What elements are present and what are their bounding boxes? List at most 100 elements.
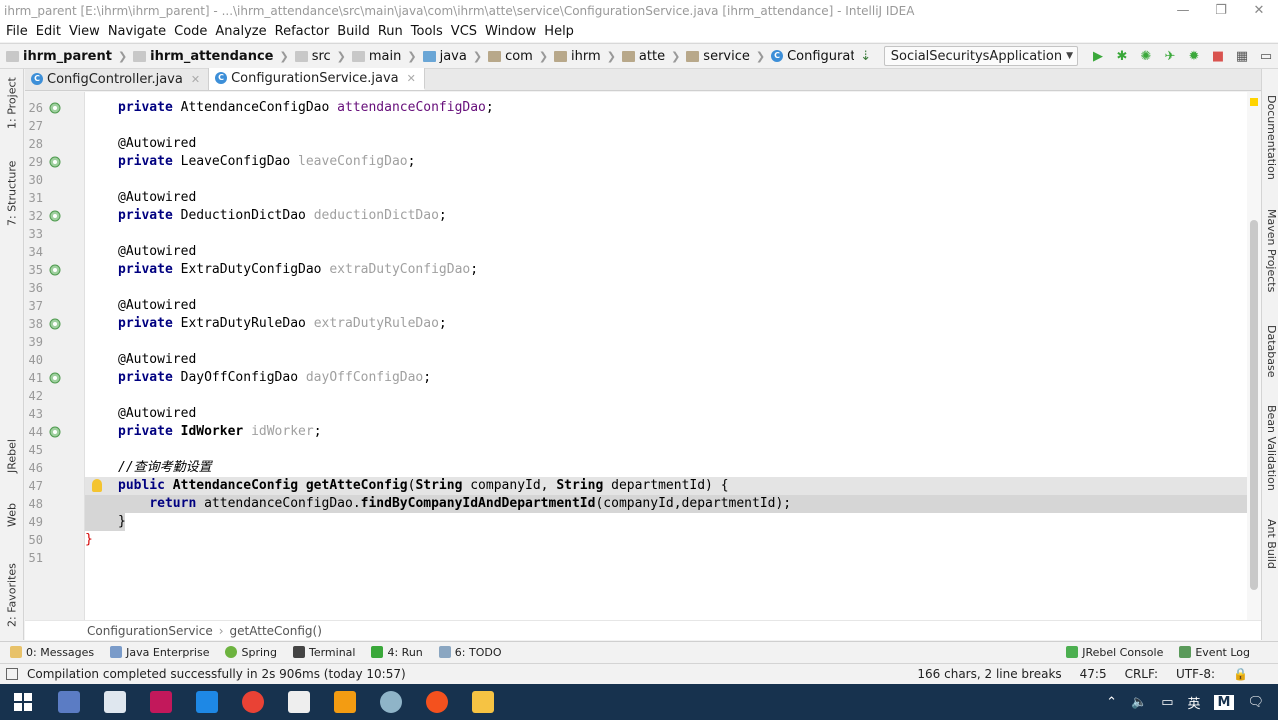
menu-file[interactable]: File	[2, 24, 32, 39]
code-editor[interactable]: 26 private AttendanceConfigDao attendance…	[25, 92, 1261, 620]
jrebel-console-tool-button[interactable]: JRebel Console	[1056, 646, 1169, 659]
bean-validation-panel-tab[interactable]: Bean Validation	[1263, 405, 1278, 491]
crumb-ihrm[interactable]: ihrm ❯	[554, 49, 622, 64]
menu-refactor[interactable]: Refactor	[271, 24, 334, 39]
tab-config-controller[interactable]: C ConfigController.java ✕	[25, 68, 210, 90]
menu-tools[interactable]: Tools	[407, 24, 447, 39]
warning-marker-icon[interactable]	[1250, 98, 1258, 106]
build-arrow-icon[interactable]: ⇣	[855, 46, 877, 66]
taskbar-vscode[interactable]	[184, 684, 230, 720]
autowired-bean-icon[interactable]	[49, 102, 61, 114]
editor-scrollbar[interactable]	[1247, 92, 1261, 620]
crumb-main[interactable]: main ❯	[351, 49, 423, 64]
documentation-panel-tab[interactable]: Documentation	[1263, 95, 1278, 180]
close-button[interactable]: ✕	[1240, 0, 1278, 21]
crumb-java[interactable]: java ❯	[422, 49, 488, 64]
crumb-service[interactable]: service ❯	[686, 49, 771, 64]
chevron-up-icon[interactable]: ⌃	[1099, 695, 1124, 710]
ime-language[interactable]: 英	[1181, 693, 1208, 712]
project-panel-tab[interactable]: 1: Project	[2, 75, 22, 131]
scrollbar-thumb[interactable]	[1250, 220, 1258, 590]
crumb-atte[interactable]: atte ❯	[621, 49, 686, 64]
start-button[interactable]	[0, 684, 46, 720]
event-log-tool-button[interactable]: Event Log	[1169, 646, 1278, 659]
database-panel-tab[interactable]: Database	[1263, 325, 1278, 378]
caret-position[interactable]: 47:5	[1071, 667, 1116, 681]
lock-icon[interactable]: 🔒	[1224, 667, 1278, 681]
code-line: 43 @Autowired	[28, 406, 197, 421]
menu-edit[interactable]: Edit	[32, 24, 65, 39]
editor-crumb-class[interactable]: ConfigurationService	[87, 624, 213, 638]
autowired-bean-icon[interactable]	[49, 156, 61, 168]
autowired-bean-icon[interactable]	[49, 372, 61, 384]
project-structure-icon[interactable]: ▦	[1231, 46, 1253, 66]
taskbar-chrome[interactable]	[230, 684, 276, 720]
autowired-bean-icon[interactable]	[49, 318, 61, 330]
intention-bulb-icon[interactable]	[92, 479, 102, 492]
menu-code[interactable]: Code	[170, 24, 211, 39]
menu-window[interactable]: Window	[481, 24, 540, 39]
code-line: 51	[28, 551, 43, 565]
todo-tool-button[interactable]: 6: TODO	[429, 646, 508, 659]
autowired-bean-icon[interactable]	[49, 264, 61, 276]
ant-build-panel-tab[interactable]: Ant Build	[1263, 519, 1278, 569]
taskbar-app-1[interactable]	[46, 684, 92, 720]
close-tab-icon[interactable]: ✕	[407, 72, 416, 85]
maven-panel-tab[interactable]: Maven Projects	[1263, 209, 1278, 292]
run-configuration-select[interactable]: SocialSecuritysApplication ▼	[883, 46, 1078, 66]
crumb-com[interactable]: com ❯	[488, 49, 554, 64]
menu-help[interactable]: Help	[540, 24, 578, 39]
jrebel-debug-icon[interactable]: ✹	[1183, 46, 1205, 66]
messages-tool-button[interactable]: 0: Messages	[0, 646, 100, 659]
favorites-panel-tab[interactable]: 2: Favorites	[2, 559, 22, 631]
web-panel-tab[interactable]: Web	[2, 499, 22, 531]
taskbar-explorer[interactable]	[460, 684, 506, 720]
line-separator[interactable]: CRLF:	[1116, 667, 1167, 681]
taskbar-intellij[interactable]	[138, 684, 184, 720]
menu-view[interactable]: View	[65, 24, 104, 39]
menu-build[interactable]: Build	[333, 24, 374, 39]
volume-icon[interactable]: 🔈	[1124, 695, 1154, 710]
taskbar-app-8[interactable]	[368, 684, 414, 720]
sdk-icon[interactable]: ▭	[1255, 46, 1277, 66]
menu-analyze[interactable]: Analyze	[211, 24, 270, 39]
structure-panel-tab[interactable]: 7: Structure	[2, 157, 22, 229]
jrebel-panel-tab[interactable]: JRebel	[2, 435, 22, 477]
file-encoding[interactable]: UTF-8:	[1167, 667, 1224, 681]
close-tab-icon[interactable]: ✕	[191, 73, 200, 86]
menu-vcs[interactable]: VCS	[447, 24, 481, 39]
status-message[interactable]: Compilation completed successfully in 2s…	[27, 667, 406, 681]
notification-icon[interactable]: 🗨	[1240, 695, 1278, 710]
coverage-icon[interactable]: ✺	[1135, 46, 1157, 66]
taskbar-typora[interactable]	[276, 684, 322, 720]
minimize-button[interactable]: —	[1164, 0, 1202, 21]
crumb-src[interactable]: src ❯	[294, 49, 352, 64]
terminal-tool-button[interactable]: Terminal	[283, 646, 362, 659]
debug-icon[interactable]: ✱	[1111, 46, 1133, 66]
taskbar-app-7[interactable]	[322, 684, 368, 720]
editor-crumb-method[interactable]: getAtteConfig()	[230, 624, 322, 638]
ime-mode[interactable]: M	[1213, 694, 1235, 710]
code-line: 30	[28, 173, 43, 187]
java-enterprise-tool-button[interactable]: Java Enterprise	[100, 646, 215, 659]
toggle-tool-windows-icon[interactable]	[6, 668, 18, 680]
network-icon[interactable]: ▭	[1154, 695, 1180, 710]
stop-icon[interactable]: ■	[1207, 46, 1229, 66]
autowired-bean-icon[interactable]	[49, 210, 61, 222]
run-icon[interactable]: ▶	[1087, 46, 1109, 66]
crumb-module[interactable]: ihrm_attendance ❯	[133, 49, 295, 64]
run-tool-button[interactable]: 4: Run	[361, 646, 428, 659]
spring-tool-button[interactable]: Spring	[215, 646, 283, 659]
jrebel-run-icon[interactable]: ✈	[1159, 46, 1181, 66]
crumb-class[interactable]: CConfigurationService	[771, 49, 854, 64]
taskbar-app-2[interactable]	[92, 684, 138, 720]
crumb-project[interactable]: ihrm_parent ❯	[6, 49, 133, 64]
run-toolbar: ⇣ SocialSecuritysApplication ▼ ▶ ✱ ✺ ✈ ✹…	[854, 43, 1278, 69]
menu-run[interactable]: Run	[374, 24, 407, 39]
taskbar-app-9[interactable]	[414, 684, 460, 720]
restore-button[interactable]: ❐	[1202, 0, 1240, 21]
autowired-bean-icon[interactable]	[49, 426, 61, 438]
menu-navigate[interactable]: Navigate	[104, 24, 170, 39]
code-line: 32 private DeductionDictDao deductionDict…	[28, 208, 447, 223]
tab-configuration-service[interactable]: C ConfigurationService.java ✕	[209, 68, 425, 90]
